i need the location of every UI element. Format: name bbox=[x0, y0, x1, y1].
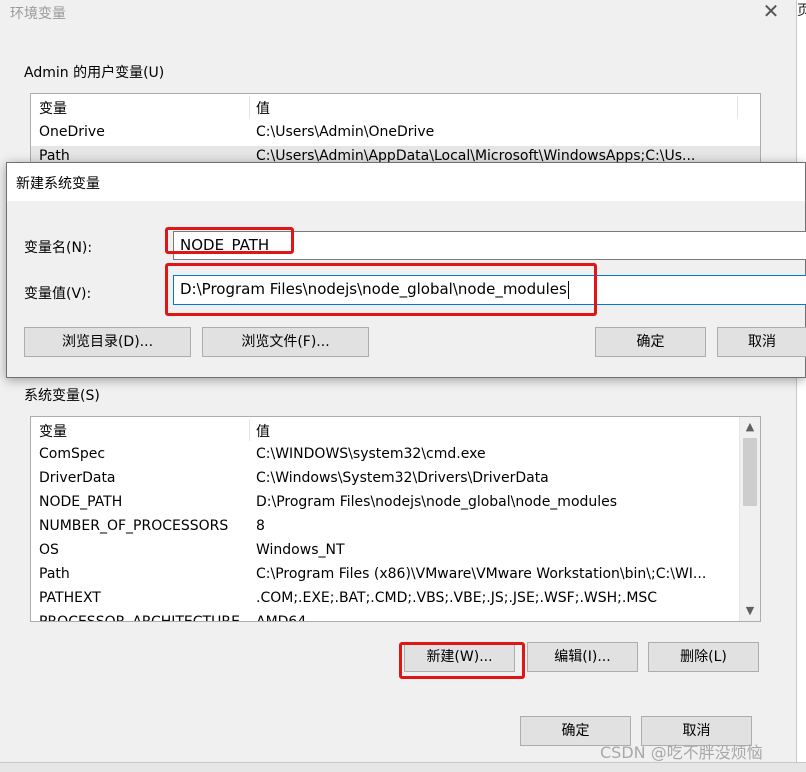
scroll-down-icon[interactable]: ▼ bbox=[740, 601, 760, 621]
dialog-cancel-button[interactable]: 取消 bbox=[717, 327, 806, 357]
user-vars-group-label: Admin 的用户变量(U) bbox=[24, 65, 165, 81]
system-vars-header: 变量 值 bbox=[31, 417, 760, 443]
column-divider[interactable] bbox=[737, 96, 738, 118]
column-header-name[interactable]: 变量 bbox=[39, 98, 67, 118]
system-var-row[interactable]: NUMBER_OF_PROCESSORS 8 bbox=[31, 516, 760, 540]
system-var-row[interactable]: OS Windows_NT bbox=[31, 540, 760, 564]
new-system-variable-dialog: 新建系统变量 变量名(N): NODE_PATH 变量值(V): D:\Prog… bbox=[6, 162, 806, 378]
scrollbar-thumb[interactable] bbox=[743, 438, 757, 506]
highlight-annotation bbox=[165, 227, 294, 254]
user-var-name: OneDrive bbox=[39, 124, 105, 140]
system-vars-scrollbar[interactable]: ▲ ▼ bbox=[739, 417, 760, 621]
system-var-row[interactable]: DriverData C:\Windows\System32\Drivers\D… bbox=[31, 468, 760, 492]
column-header-value[interactable]: 值 bbox=[256, 98, 270, 118]
browse-directory-button[interactable]: 浏览目录(D)... bbox=[24, 327, 191, 357]
column-divider[interactable] bbox=[249, 96, 250, 118]
system-var-value: D:\Program Files\nodejs\node_global\node… bbox=[256, 494, 618, 510]
highlight-annotation bbox=[165, 263, 597, 316]
system-var-row[interactable]: ComSpec C:\WINDOWS\system32\cmd.exe bbox=[31, 444, 760, 468]
user-vars-list[interactable]: 变量 值 OneDrive C:\Users\Admin\OneDrive Pa… bbox=[30, 93, 761, 170]
background-window-text: 页 bbox=[797, 3, 806, 19]
user-vars-header: 变量 值 bbox=[31, 94, 760, 120]
variable-value-label: 变量值(V): bbox=[24, 286, 92, 302]
user-var-row[interactable]: OneDrive C:\Users\Admin\OneDrive bbox=[31, 122, 760, 146]
delete-variable-button[interactable]: 删除(L) bbox=[648, 642, 759, 672]
scroll-up-icon[interactable]: ▲ bbox=[740, 417, 760, 437]
close-icon[interactable]: ✕ bbox=[760, 0, 782, 22]
system-var-name: PROCESSOR_ARCHITECTURE bbox=[39, 614, 240, 622]
system-var-name: Path bbox=[39, 566, 70, 582]
column-header-name[interactable]: 变量 bbox=[39, 421, 67, 441]
system-vars-group-label: 系统变量(S) bbox=[24, 388, 100, 404]
system-var-row[interactable]: PATHEXT .COM;.EXE;.BAT;.CMD;.VBS;.VBE;.J… bbox=[31, 588, 760, 612]
system-var-value: .COM;.EXE;.BAT;.CMD;.VBS;.VBE;.JS;.JSE;.… bbox=[256, 590, 658, 606]
system-var-name: ComSpec bbox=[39, 446, 106, 462]
system-var-row[interactable]: Path C:\Program Files (x86)\VMware\VMwar… bbox=[31, 564, 760, 588]
column-divider[interactable] bbox=[249, 419, 250, 441]
system-var-name: NUMBER_OF_PROCESSORS bbox=[39, 518, 229, 534]
highlight-annotation bbox=[399, 642, 525, 679]
variable-name-label: 变量名(N): bbox=[24, 240, 93, 256]
system-var-value: 8 bbox=[256, 518, 265, 534]
system-var-row[interactable]: NODE_PATH D:\Program Files\nodejs\node_g… bbox=[31, 492, 760, 516]
system-var-name: OS bbox=[39, 542, 59, 558]
system-var-name: PATHEXT bbox=[39, 590, 101, 606]
system-vars-list[interactable]: 变量 值 ComSpec C:\WINDOWS\system32\cmd.exe… bbox=[30, 416, 761, 622]
window-title: 环境变量 bbox=[10, 6, 66, 22]
edit-variable-button[interactable]: 编辑(I)... bbox=[527, 642, 638, 672]
dialog-ok-button[interactable]: 确定 bbox=[595, 327, 706, 357]
system-var-value: C:\WINDOWS\system32\cmd.exe bbox=[256, 446, 486, 462]
system-var-value: C:\Windows\System32\Drivers\DriverData bbox=[256, 470, 549, 486]
browse-file-button[interactable]: 浏览文件(F)... bbox=[202, 327, 369, 357]
system-var-row[interactable]: PROCESSOR_ARCHITECTURE AMD64 bbox=[31, 612, 760, 622]
system-var-name: NODE_PATH bbox=[39, 494, 123, 510]
dialog-titlebar[interactable]: 新建系统变量 bbox=[7, 163, 805, 201]
system-var-value: AMD64 bbox=[256, 614, 307, 622]
column-header-value[interactable]: 值 bbox=[256, 421, 270, 441]
system-var-value: C:\Program Files (x86)\VMware\VMware Wor… bbox=[256, 566, 707, 582]
system-var-value: Windows_NT bbox=[256, 542, 345, 558]
dialog-title: 新建系统变量 bbox=[16, 176, 100, 192]
watermark-text: CSDN @吃不胖没烦恼 bbox=[600, 743, 763, 762]
background-window-edge bbox=[796, 0, 806, 771]
system-var-name: DriverData bbox=[39, 470, 116, 486]
user-var-value: C:\Users\Admin\OneDrive bbox=[256, 124, 435, 140]
